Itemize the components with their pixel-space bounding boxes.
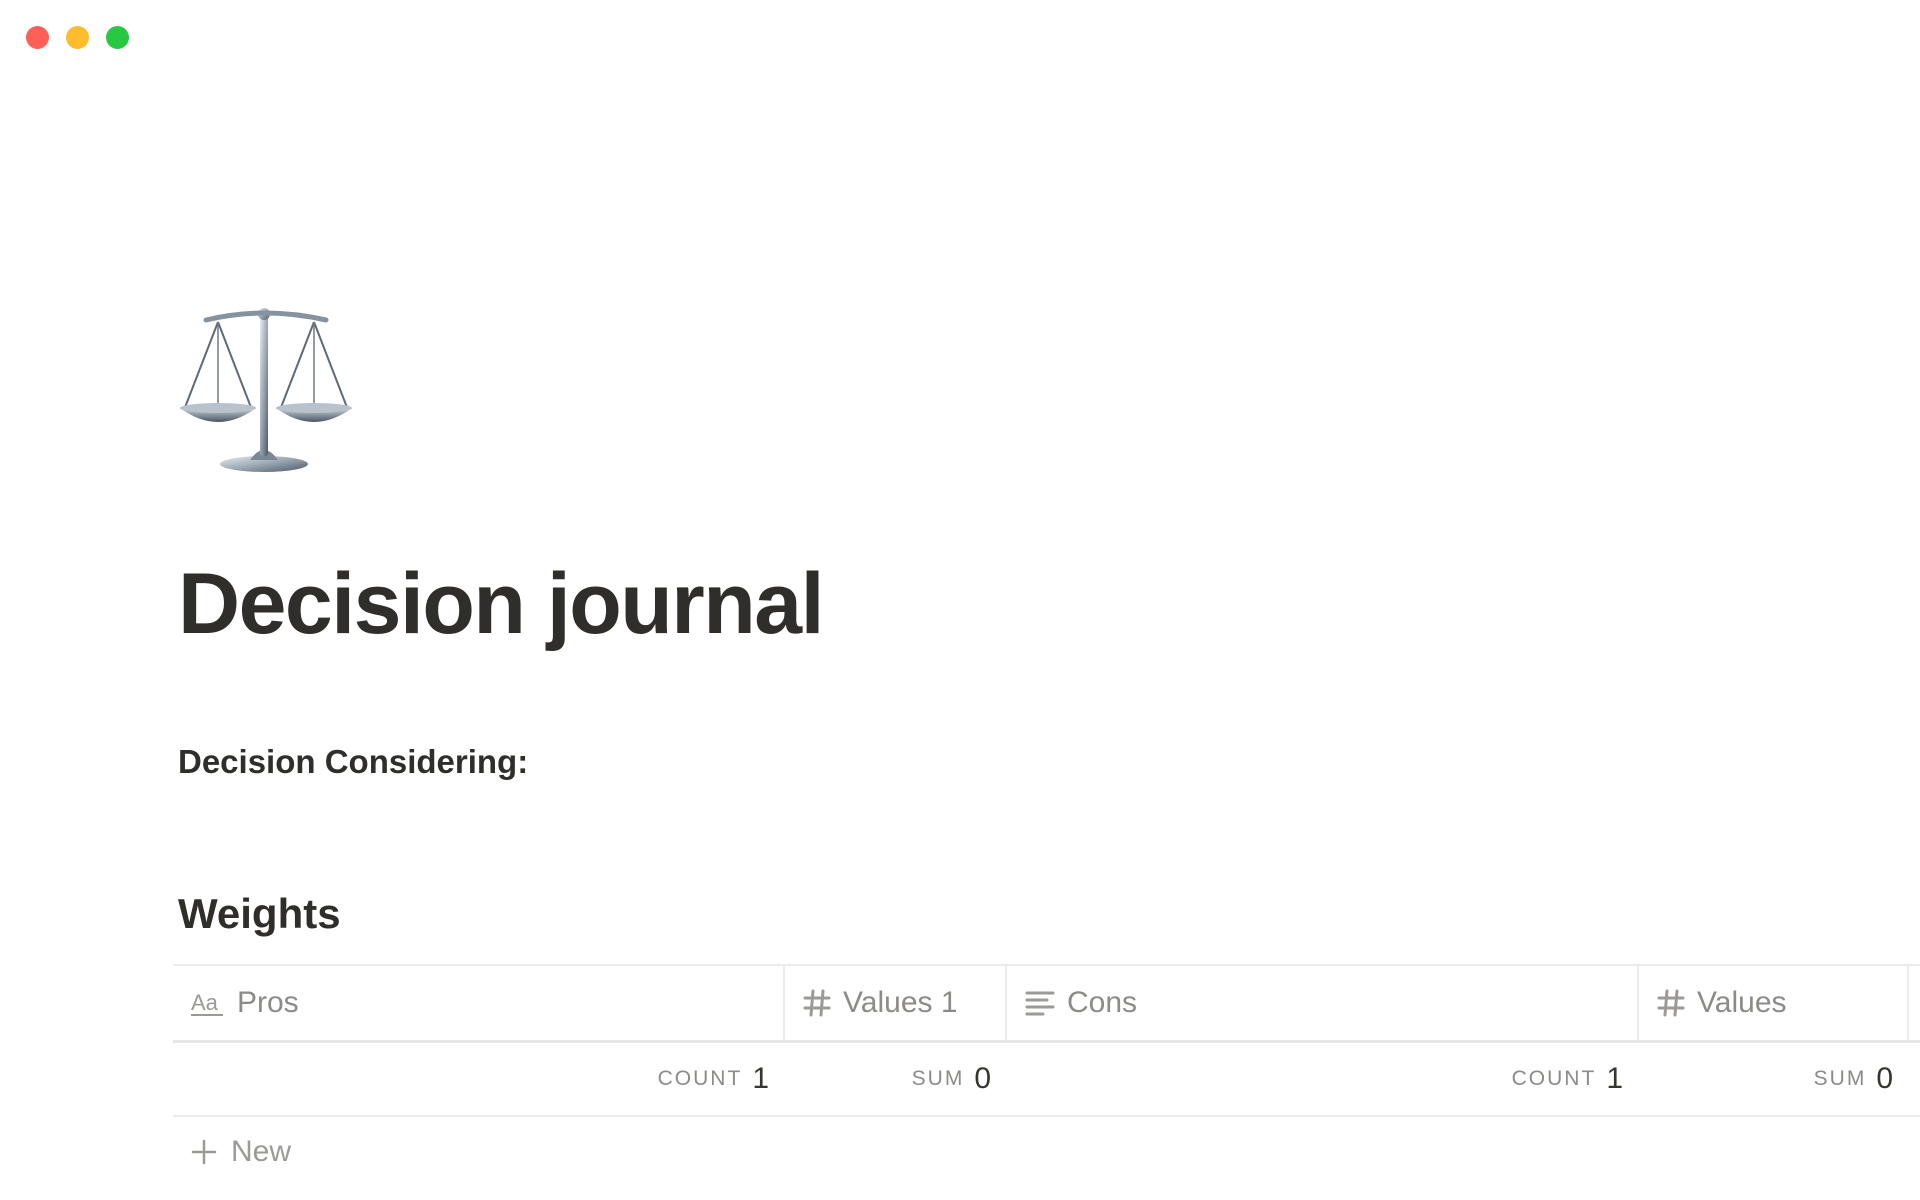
zoom-window-button[interactable]	[106, 26, 129, 49]
column-header-label: Values	[1697, 986, 1787, 1019]
column-header-label: Values 1	[843, 986, 958, 1019]
add-new-row-button[interactable]: New	[173, 1117, 1920, 1187]
column-header-label: Pros	[237, 986, 299, 1019]
column-header-values-1[interactable]: Values 1	[785, 966, 1007, 1040]
column-header-pros[interactable]: Aa Pros	[173, 966, 785, 1040]
calc-cell-cons[interactable]: COUNT 1	[1007, 1043, 1639, 1115]
column-header-label: Cons	[1067, 986, 1138, 1019]
app-window: Decision journal Decision Considering: W…	[0, 0, 1920, 1200]
column-header-values[interactable]: Values	[1639, 966, 1909, 1040]
calc-cell-values[interactable]: SUM 0	[1639, 1043, 1909, 1115]
calc-label: COUNT	[1511, 1067, 1597, 1090]
page-title[interactable]: Decision journal	[178, 555, 825, 654]
calc-value: 0	[1876, 1062, 1893, 1095]
table-header-row: Aa Pros Values 1 Cons Values	[173, 964, 1920, 1043]
new-row-label: New	[231, 1135, 292, 1168]
decision-considering-heading[interactable]: Decision Considering:	[178, 743, 528, 781]
calc-label: SUM	[911, 1067, 965, 1090]
lines-text-icon	[1025, 990, 1055, 1016]
balance-scale-icon[interactable]	[178, 300, 358, 480]
close-window-button[interactable]	[26, 26, 49, 49]
calculation-row: COUNT 1 SUM 0 COUNT 1 SUM 0	[173, 1043, 1920, 1117]
calc-value: 0	[974, 1062, 991, 1095]
window-controls	[26, 26, 129, 49]
calc-value: 1	[752, 1062, 769, 1095]
calc-label: COUNT	[657, 1067, 743, 1090]
text-aa-icon: Aa	[191, 989, 225, 1017]
calc-label: SUM	[1813, 1067, 1867, 1090]
calc-value: 1	[1606, 1062, 1623, 1095]
weights-table: Aa Pros Values 1 Cons Values COUNT 1 SUM…	[173, 964, 1920, 1187]
calc-cell-values-1[interactable]: SUM 0	[785, 1043, 1007, 1115]
weights-heading[interactable]: Weights	[178, 890, 341, 938]
plus-icon	[191, 1139, 217, 1165]
column-header-cons[interactable]: Cons	[1007, 966, 1639, 1040]
number-hash-icon	[803, 989, 831, 1017]
minimize-window-button[interactable]	[66, 26, 89, 49]
number-hash-icon	[1657, 989, 1685, 1017]
svg-text:Aa: Aa	[191, 990, 219, 1015]
calc-cell-pros[interactable]: COUNT 1	[173, 1043, 785, 1115]
